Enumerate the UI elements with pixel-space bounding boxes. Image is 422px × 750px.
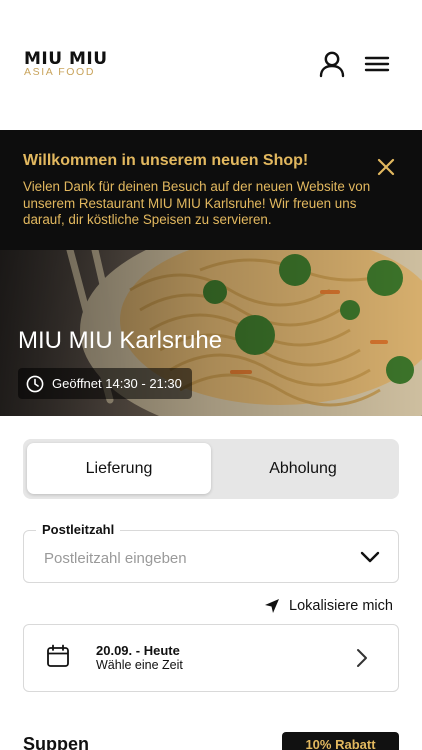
section-title-suppen: Suppen: [23, 734, 89, 750]
calendar-icon: [46, 644, 70, 668]
hamburger-menu-icon: [364, 56, 390, 72]
time-picker-date: 20.09. - Heute: [96, 643, 180, 658]
discount-badge: 10% Rabatt: [282, 732, 399, 750]
opening-hours-badge: Geöffnet 14:30 - 21:30: [18, 368, 192, 399]
order-mode-toggle: Lieferung Abholung: [23, 439, 399, 499]
locate-me-button[interactable]: Lokalisiere mich: [264, 598, 393, 614]
menu-button[interactable]: [364, 52, 390, 76]
user-icon: [319, 51, 345, 78]
chevron-down-icon: [360, 551, 380, 563]
location-arrow-icon: [265, 599, 279, 613]
time-picker-card[interactable]: [23, 624, 399, 692]
banner-close-button[interactable]: [375, 156, 397, 178]
tab-lieferung[interactable]: Lieferung: [27, 443, 211, 494]
clock-icon: [26, 375, 44, 392]
close-icon: [377, 158, 395, 176]
chevron-right-icon: [355, 648, 369, 668]
opening-hours-text: Geöffnet 14:30 - 21:30: [52, 376, 182, 391]
logo-sub-text: ASIA FOOD: [24, 66, 95, 78]
postcode-input[interactable]: Postleitzahl eingeben: [44, 550, 187, 567]
locate-me-label: Lokalisiere mich: [289, 598, 393, 614]
banner-title: Willkommen in unserem neuen Shop!: [23, 152, 309, 169]
postcode-label: Postleitzahl: [36, 522, 121, 537]
time-picker-prompt: Wähle eine Zeit: [96, 658, 183, 672]
banner-text: Vielen Dank für deinen Besuch auf der ne…: [23, 179, 371, 227]
postcode-dropdown-button[interactable]: [360, 550, 380, 564]
restaurant-name: MIU MIU Karlsruhe: [18, 327, 223, 354]
account-button[interactable]: [318, 50, 346, 78]
logo[interactable]: MIU MIU ASIA FOOD: [24, 50, 108, 78]
tab-abholung[interactable]: Abholung: [211, 443, 395, 494]
welcome-banner: Willkommen in unserem neuen Shop! Vielen…: [0, 130, 422, 250]
